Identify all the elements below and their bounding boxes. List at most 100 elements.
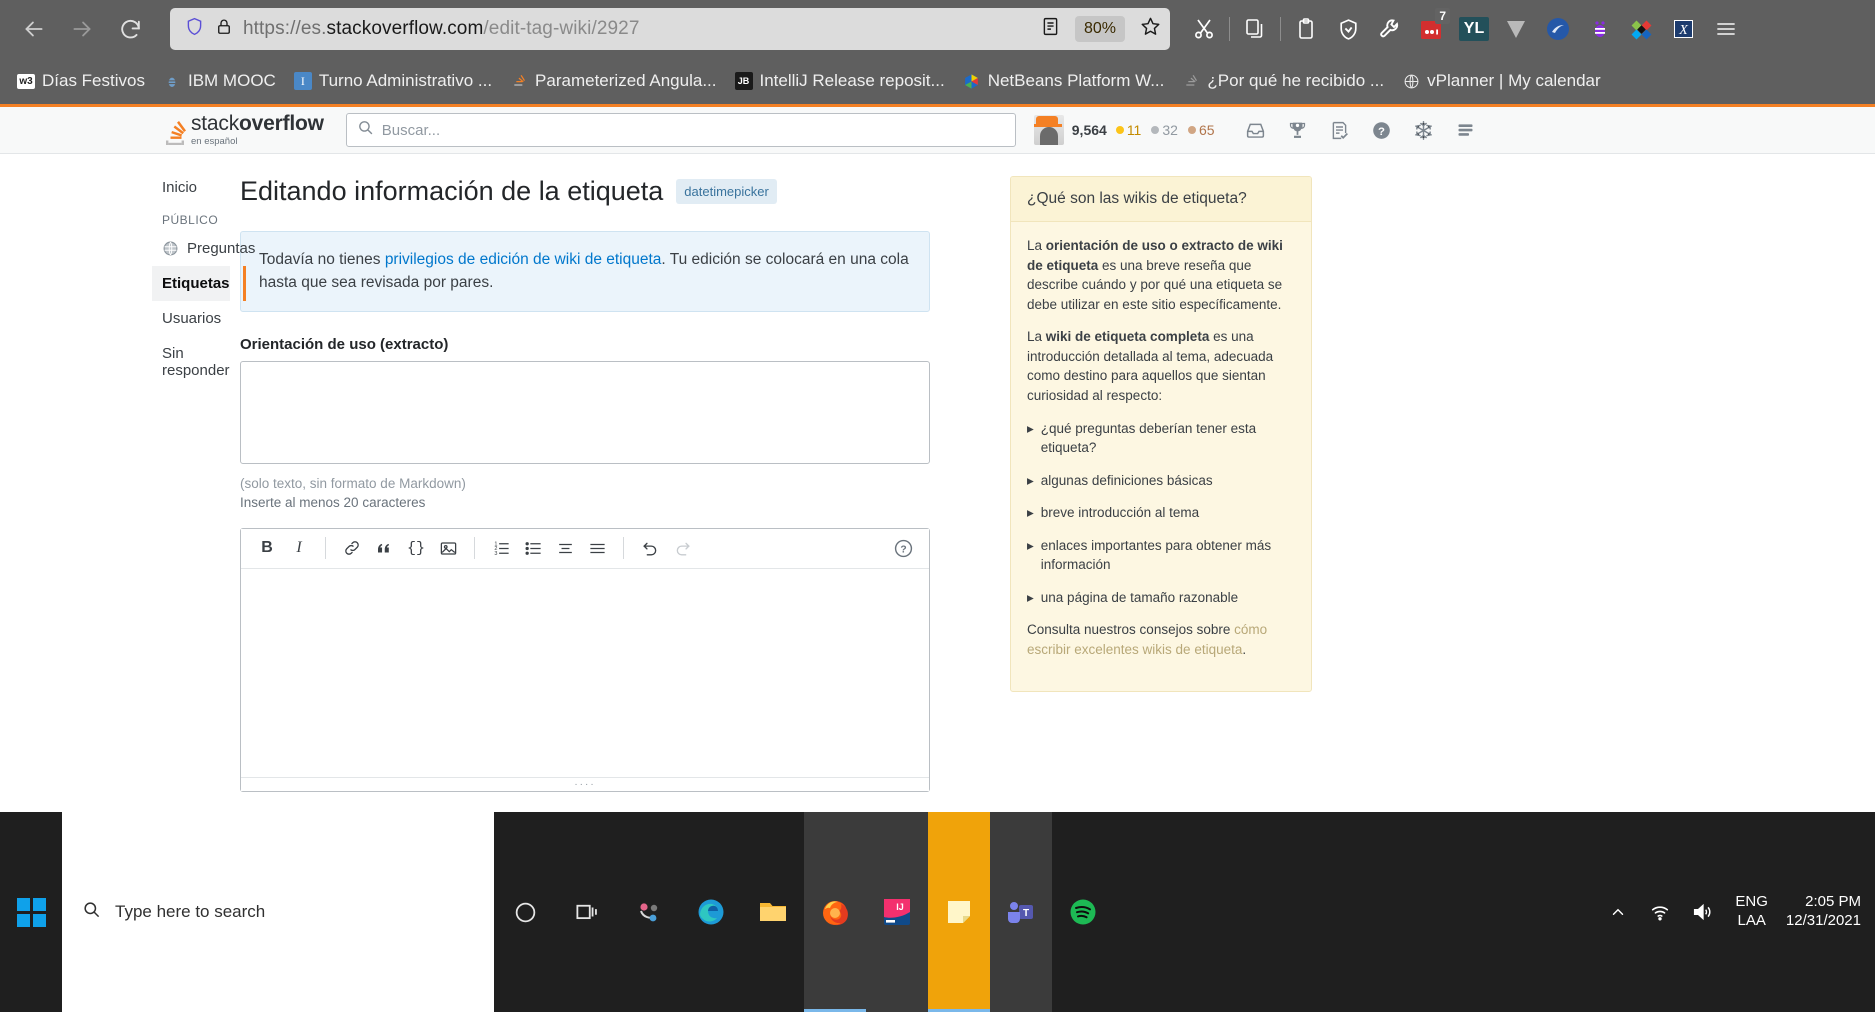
search-icon [82, 900, 101, 924]
reload-icon[interactable] [108, 7, 152, 51]
sidebar-section-header: PÚBLICO [162, 213, 219, 227]
bookmark-item[interactable]: I Turno Administrativo ... [285, 67, 501, 95]
site-logo[interactable]: stackoverflow en español [162, 113, 324, 147]
zoom-level-indicator[interactable]: 80% [1074, 16, 1125, 42]
task-view-icon[interactable] [556, 812, 618, 1012]
language-indicator[interactable]: ENG LAA [1723, 893, 1780, 931]
sidebar-item-etiquetas[interactable]: Etiquetas [152, 266, 246, 301]
editor-resize-grip[interactable]: ···· [241, 776, 929, 791]
arrow-bullet-icon: ▸ [1027, 505, 1034, 521]
editor-help-icon[interactable]: ? [889, 534, 917, 562]
notice-link[interactable]: privilegios de edición de wiki de etique… [385, 251, 662, 268]
sticky-notes-icon[interactable] [928, 812, 990, 1012]
v-chevron-extension-icon[interactable] [1496, 8, 1536, 50]
forward-arrow-icon[interactable] [60, 7, 104, 51]
scissors-icon[interactable] [1184, 8, 1224, 50]
user-toolbar: 9,564 11 32 65 ? [1033, 112, 1485, 148]
tag-badge[interactable]: datetimepicker [676, 179, 777, 204]
sidebar-item-sin-responder[interactable]: Sin responder [152, 336, 230, 388]
wifi-icon[interactable] [1639, 812, 1681, 1012]
link-icon[interactable] [338, 534, 366, 562]
bookmark-star-icon[interactable] [1139, 15, 1162, 43]
bold-icon[interactable]: B [253, 534, 281, 562]
editor-toolbar: B I {} 123 ? [241, 528, 929, 569]
url-bar[interactable]: https://es.stackoverflow.com/edit-tag-wi… [170, 8, 1170, 50]
bulleted-list-icon[interactable] [519, 534, 547, 562]
app-menu-icon[interactable] [1706, 8, 1746, 50]
sidebar-item-usuarios[interactable]: Usuarios [152, 301, 230, 336]
microsoft-edge-icon[interactable] [680, 812, 742, 1012]
excel-extension-icon[interactable]: X [1664, 8, 1704, 50]
search-input[interactable] [381, 121, 1005, 139]
bookmark-item[interactable]: IBM MOOC [154, 67, 285, 95]
arrow-bullet-icon: ▸ [1027, 420, 1034, 436]
taskbar-search-box[interactable]: Type here to search [62, 812, 494, 1012]
bookmarks-bar: w3 Días Festivos IBM MOOC I Turno Admini… [0, 58, 1875, 104]
bookmark-item[interactable]: vPlanner | My calendar [1393, 67, 1610, 95]
image-icon[interactable] [434, 534, 462, 562]
firefox-icon[interactable] [804, 812, 866, 1012]
red-dots-extension-icon[interactable]: 7 [1412, 8, 1452, 50]
help-icon[interactable]: ? [1363, 112, 1401, 148]
git-extensions-icon[interactable] [618, 812, 680, 1012]
code-icon[interactable]: {} [402, 534, 430, 562]
clock[interactable]: 2:05 PM 12/31/2021 [1780, 893, 1875, 931]
avatar[interactable] [1033, 115, 1064, 145]
reputation-score[interactable]: 9,564 [1072, 122, 1107, 138]
site-switcher-icon[interactable] [1447, 112, 1485, 148]
yl-extension-icon[interactable]: YL [1454, 8, 1494, 50]
site-header: stackoverflow en español 9,564 11 32 65 [0, 107, 1875, 154]
sidebar-item-preguntas[interactable]: Preguntas [152, 231, 255, 266]
intellij-idea-icon[interactable]: IJ [866, 812, 928, 1012]
browser-chrome: https://es.stackoverflow.com/edit-tag-wi… [0, 0, 1875, 104]
reader-view-icon[interactable] [1040, 15, 1061, 43]
padlock-icon[interactable] [215, 17, 233, 41]
toolbar-divider [1229, 17, 1230, 41]
back-arrow-icon[interactable] [12, 7, 56, 51]
file-explorer-icon[interactable] [742, 812, 804, 1012]
heading-icon[interactable] [551, 534, 579, 562]
spotify-icon[interactable] [1052, 812, 1114, 1012]
ordered-list-icon[interactable]: 123 [487, 534, 515, 562]
blue-circle-extension-icon[interactable] [1538, 8, 1578, 50]
bookmark-item[interactable]: NetBeans Platform W... [954, 67, 1174, 95]
speaker-icon[interactable] [1681, 812, 1723, 1012]
bookmark-item[interactable]: Parameterized Angula... [501, 67, 725, 95]
badge-counts[interactable]: 11 32 65 [1115, 122, 1215, 138]
achievements-trophy-icon[interactable] [1279, 112, 1317, 148]
markdown-textarea[interactable] [241, 569, 929, 777]
privilege-notice: Todavía no tienes privilegios de edición… [240, 231, 930, 312]
excerpt-label: Orientación de uso (extracto) [240, 335, 449, 353]
search-box[interactable] [345, 113, 1016, 147]
w3-icon: w3 [17, 72, 35, 90]
wrench-icon[interactable] [1370, 8, 1410, 50]
start-button[interactable] [0, 812, 62, 1012]
colored-diamonds-extension-icon[interactable] [1622, 8, 1662, 50]
bookmark-item[interactable]: JB IntelliJ Release reposit... [726, 67, 954, 95]
bookmark-item[interactable]: w3 Días Festivos [8, 67, 154, 95]
copy-pages-icon[interactable] [1235, 8, 1275, 50]
excerpt-min-chars-hint: Inserte al menos 20 caracteres [240, 494, 426, 510]
site-logo-subtitle: en español [191, 136, 238, 147]
shield-icon[interactable] [184, 16, 205, 42]
blockquote-icon[interactable] [370, 534, 398, 562]
shield-check-icon[interactable] [1328, 8, 1368, 50]
excerpt-textarea[interactable] [240, 360, 930, 464]
help-bullet-label: enlaces importantes para obtener más inf… [1040, 537, 1272, 573]
review-queues-icon[interactable] [1321, 112, 1359, 148]
purple-bee-extension-icon[interactable] [1580, 8, 1620, 50]
bookmark-item[interactable]: ¿Por qué he recibido ... [1173, 67, 1393, 95]
snowflake-icon[interactable] [1405, 112, 1443, 148]
undo-icon[interactable] [636, 534, 664, 562]
bronze-badge-count: 65 [1198, 122, 1215, 138]
microsoft-teams-icon[interactable]: T [990, 812, 1052, 1012]
chevron-up-icon[interactable] [1597, 812, 1639, 1012]
notice-text-before: Todavía no tienes [259, 251, 385, 268]
redo-icon[interactable] [668, 534, 696, 562]
horizontal-rule-icon[interactable] [583, 534, 611, 562]
italic-icon[interactable]: I [285, 534, 313, 562]
inbox-icon[interactable] [1237, 112, 1275, 148]
cortana-icon[interactable] [494, 812, 556, 1012]
sidebar-item-inicio[interactable]: Inicio [152, 170, 230, 205]
clipboard-icon[interactable] [1286, 8, 1326, 50]
